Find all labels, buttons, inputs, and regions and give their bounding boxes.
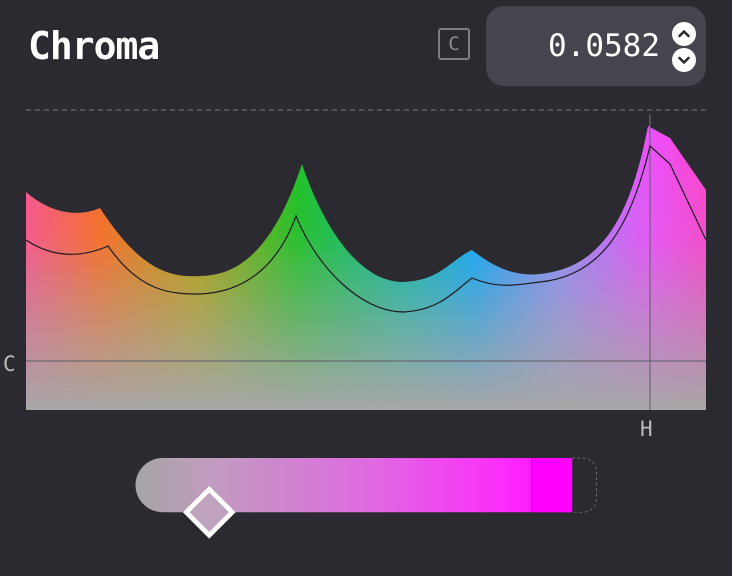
hue-axis-label: H xyxy=(640,417,653,440)
chroma-value-field[interactable] xyxy=(486,6,706,86)
increment-button[interactable] xyxy=(672,22,696,46)
value-stepper[interactable] xyxy=(672,22,698,72)
chevron-up-icon xyxy=(678,30,690,38)
decrement-button[interactable] xyxy=(672,48,696,72)
slider-track-end xyxy=(572,457,598,513)
panel-title: Chroma xyxy=(28,24,160,68)
gamut-area xyxy=(26,126,706,410)
chroma-axis-label: C xyxy=(3,352,16,376)
chroma-hue-plot[interactable]: C H xyxy=(0,100,732,440)
slider-out-of-gamut-zone xyxy=(531,458,573,513)
chroma-slider[interactable] xyxy=(26,457,706,539)
shortcut-key-badge: C xyxy=(438,28,470,60)
chroma-value-input[interactable] xyxy=(500,26,660,66)
chevron-down-icon xyxy=(678,56,690,64)
